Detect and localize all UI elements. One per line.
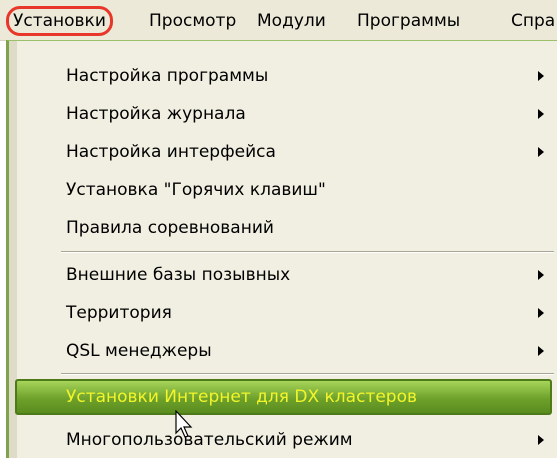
submenu-arrow-icon (538, 435, 544, 445)
menu-item-label: Внешние базы позывных (66, 265, 291, 285)
menu-item-label: Правила соревнований (66, 218, 274, 238)
menu-bar: Установки Просмотр Модули Программы Спра (0, 0, 557, 41)
menu-item-label: Установка "Горячих клавиш" (66, 180, 326, 200)
menu-item-label: Настройка журнала (66, 104, 246, 124)
menu-programmy[interactable]: Программы (357, 9, 460, 33)
menu-item-multiuser-mode[interactable]: Многопользовательский режим (17, 421, 557, 459)
submenu-arrow-icon (538, 346, 544, 356)
menu-item-contest-rules[interactable]: Правила соревнований (17, 209, 557, 247)
menu-prosmotr[interactable]: Просмотр (149, 9, 236, 33)
menu-separator (61, 373, 554, 375)
menu-item-label: Настройка программы (66, 66, 269, 86)
submenu-arrow-icon (538, 147, 544, 157)
submenu-arrow-icon (538, 109, 544, 119)
submenu-arrow-icon (538, 308, 544, 318)
menu-item-callsign-databases[interactable]: Внешние базы позывных (17, 256, 557, 294)
menu-item-label: Установки Интернет для DX кластеров (66, 387, 418, 407)
menu-item-qsl-managers[interactable]: QSL менеджеры (17, 332, 557, 370)
menu-item-label: Многопользовательский режим (66, 430, 353, 450)
menu-item-territory[interactable]: Территория (17, 294, 557, 332)
mouse-pointer-icon (175, 410, 193, 438)
menu-item-program-settings[interactable]: Настройка программы (17, 57, 557, 95)
submenu-arrow-icon (538, 71, 544, 81)
menu-item-label: QSL менеджеры (66, 341, 212, 361)
menu-item-label: Настройка интерфейса (66, 142, 276, 162)
settings-dropdown-menu: Настройка программы Настройка журнала На… (6, 40, 557, 458)
menu-ustanovki[interactable]: Установки (6, 6, 113, 36)
submenu-arrow-icon (538, 270, 544, 280)
menu-separator (61, 251, 554, 253)
menu-item-hotkeys[interactable]: Установка "Горячих клавиш" (17, 171, 557, 209)
menu-item-interface-settings[interactable]: Настройка интерфейса (17, 133, 557, 171)
menu-item-dx-cluster-internet[interactable]: Установки Интернет для DX кластеров (15, 379, 552, 415)
menu-item-label: Территория (66, 303, 172, 323)
menu-item-log-settings[interactable]: Настройка журнала (17, 95, 557, 133)
menu-moduli[interactable]: Модули (257, 9, 326, 33)
menu-spravka[interactable]: Спра (511, 9, 555, 33)
